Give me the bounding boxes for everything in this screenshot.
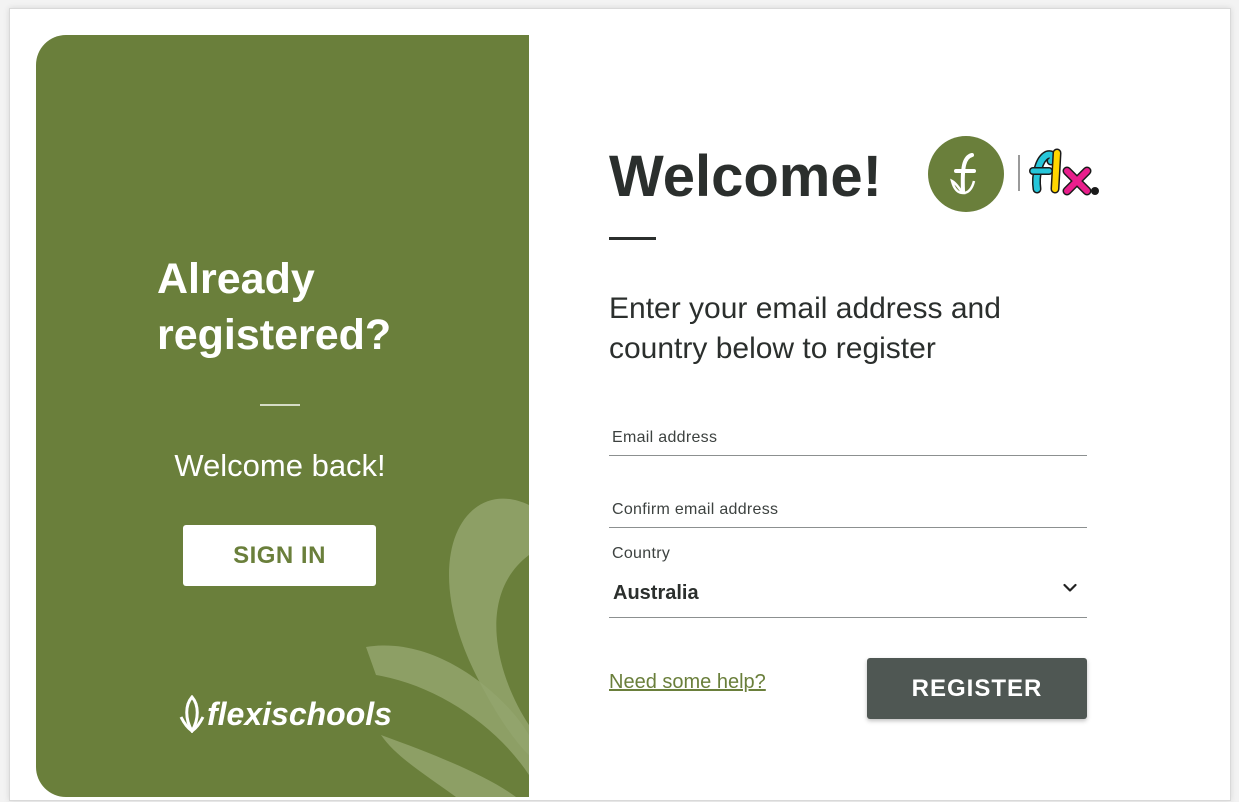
country-select[interactable]: Country Australia (609, 545, 1087, 618)
flexischools-leaf-logo-icon (179, 695, 205, 733)
register-button[interactable]: REGISTER (867, 658, 1087, 719)
country-label: Country (612, 545, 671, 562)
leaf-watermark-icon (366, 498, 529, 797)
flexischools-logo (928, 136, 1004, 212)
brand-name: flexischools (207, 695, 392, 732)
welcome-back-text: Welcome back! (174, 448, 386, 483)
flx-logo-icon (1029, 148, 1099, 196)
confirm-email-field[interactable]: Confirm email address (609, 501, 1087, 528)
register-panel: Welcome! Enter your email address and co… (529, 35, 1224, 797)
register-instructions: Enter your email address and country bel… (609, 292, 1001, 365)
browser-window: Already registered? Welcome back! SIGN I… (9, 8, 1231, 801)
email-input[interactable] (609, 429, 1087, 455)
country-value[interactable]: Australia (613, 582, 699, 605)
register-card: Already registered? Welcome back! SIGN I… (36, 35, 1224, 797)
help-link[interactable]: Need some help? (609, 671, 766, 694)
sign-in-button[interactable]: SIGN IN (183, 525, 376, 586)
logo-separator (1018, 155, 1020, 191)
flexischools-leaf-logo-icon (950, 153, 976, 195)
email-field[interactable]: Email address (609, 429, 1087, 456)
signin-panel: Already registered? Welcome back! SIGN I… (36, 35, 529, 797)
already-registered-heading: Already registered? (157, 255, 392, 359)
chevron-down-icon[interactable] (1063, 583, 1077, 593)
left-divider (260, 404, 300, 406)
welcome-divider (609, 237, 656, 240)
welcome-heading: Welcome! (609, 144, 882, 209)
confirm-email-input[interactable] (609, 501, 1087, 527)
flexischools-brand: flexischools (179, 695, 392, 733)
